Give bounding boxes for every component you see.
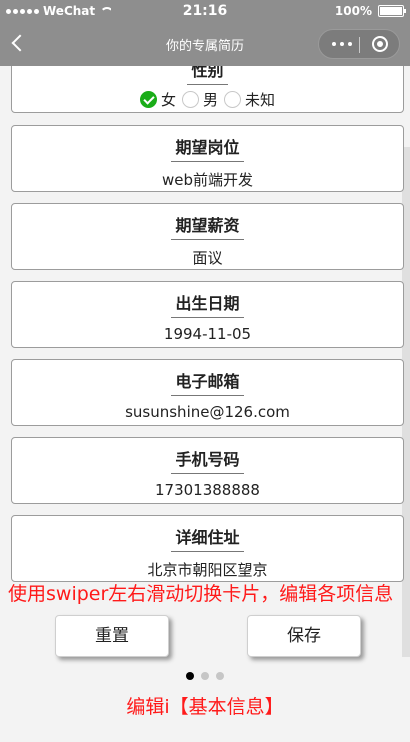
gender-label: 性别 [187,66,228,85]
gender-option-label: 未知 [245,91,276,109]
field-value[interactable]: 1994-11-05 [12,325,403,343]
field-label: 详细住址 [171,524,244,552]
expected-salary-card[interactable]: 期望薪资 面议 [11,203,404,270]
radio-icon [181,91,199,108]
gender-option-male[interactable]: 男 [181,89,218,110]
gender-option-unknown[interactable]: 未知 [224,89,275,110]
section-caption: 编辑i【基本信息】 [126,696,284,718]
field-label: 出生日期 [171,290,244,318]
checked-radio-icon [139,91,157,108]
address-card[interactable]: 详细住址 北京市朝阳区望京 [11,515,404,582]
pagination-dot[interactable] [201,672,209,680]
field-value[interactable]: 面议 [12,247,403,268]
save-button[interactable]: 保存 [247,615,361,657]
field-value[interactable]: web前端开发 [12,169,403,190]
capsule-divider [359,37,360,53]
gender-options: 女 男 未知 [12,89,403,110]
mini-program-capsule [318,29,400,59]
instruction-note: 使用swiper左右滑动切换卡片，编辑各项信息 [8,583,394,605]
field-value[interactable]: 北京市朝阳区望京 [12,559,403,580]
expected-position-card[interactable]: 期望岗位 web前端开发 [11,125,404,192]
radio-icon [224,91,241,108]
status-right: 100% [334,4,406,18]
status-bar: WeChat 21:16 100% [0,0,410,22]
content: 性别 女 男 未知 期望岗位 web前端开发 期望薪资 面议 出生日期 1994… [0,66,410,742]
field-label: 期望薪资 [171,212,244,240]
close-icon[interactable] [372,36,388,52]
email-card[interactable]: 电子邮箱 susunshine@126.com [11,359,404,426]
field-label: 期望岗位 [171,134,244,162]
swiper-pagination [0,672,410,680]
gender-option-label: 女 [160,91,176,109]
field-label: 手机号码 [171,446,244,474]
birth-date-card[interactable]: 出生日期 1994-11-05 [11,281,404,348]
more-icon[interactable] [331,37,355,51]
pagination-dot-active[interactable] [186,672,194,680]
field-value[interactable]: susunshine@126.com [12,403,403,421]
phone-card[interactable]: 手机号码 17301388888 [11,437,404,504]
gender-option-label: 男 [202,91,218,109]
battery-icon [378,5,406,17]
navigation-bar: 你的专属简历 [0,22,410,66]
pagination-dot[interactable] [216,672,224,680]
battery-percent: 100% [334,4,372,18]
reset-button[interactable]: 重置 [55,615,169,657]
gender-card: 性别 女 男 未知 [11,66,404,113]
gender-option-female[interactable]: 女 [139,89,176,110]
field-label: 电子邮箱 [171,368,244,396]
field-value[interactable]: 17301388888 [12,481,403,499]
